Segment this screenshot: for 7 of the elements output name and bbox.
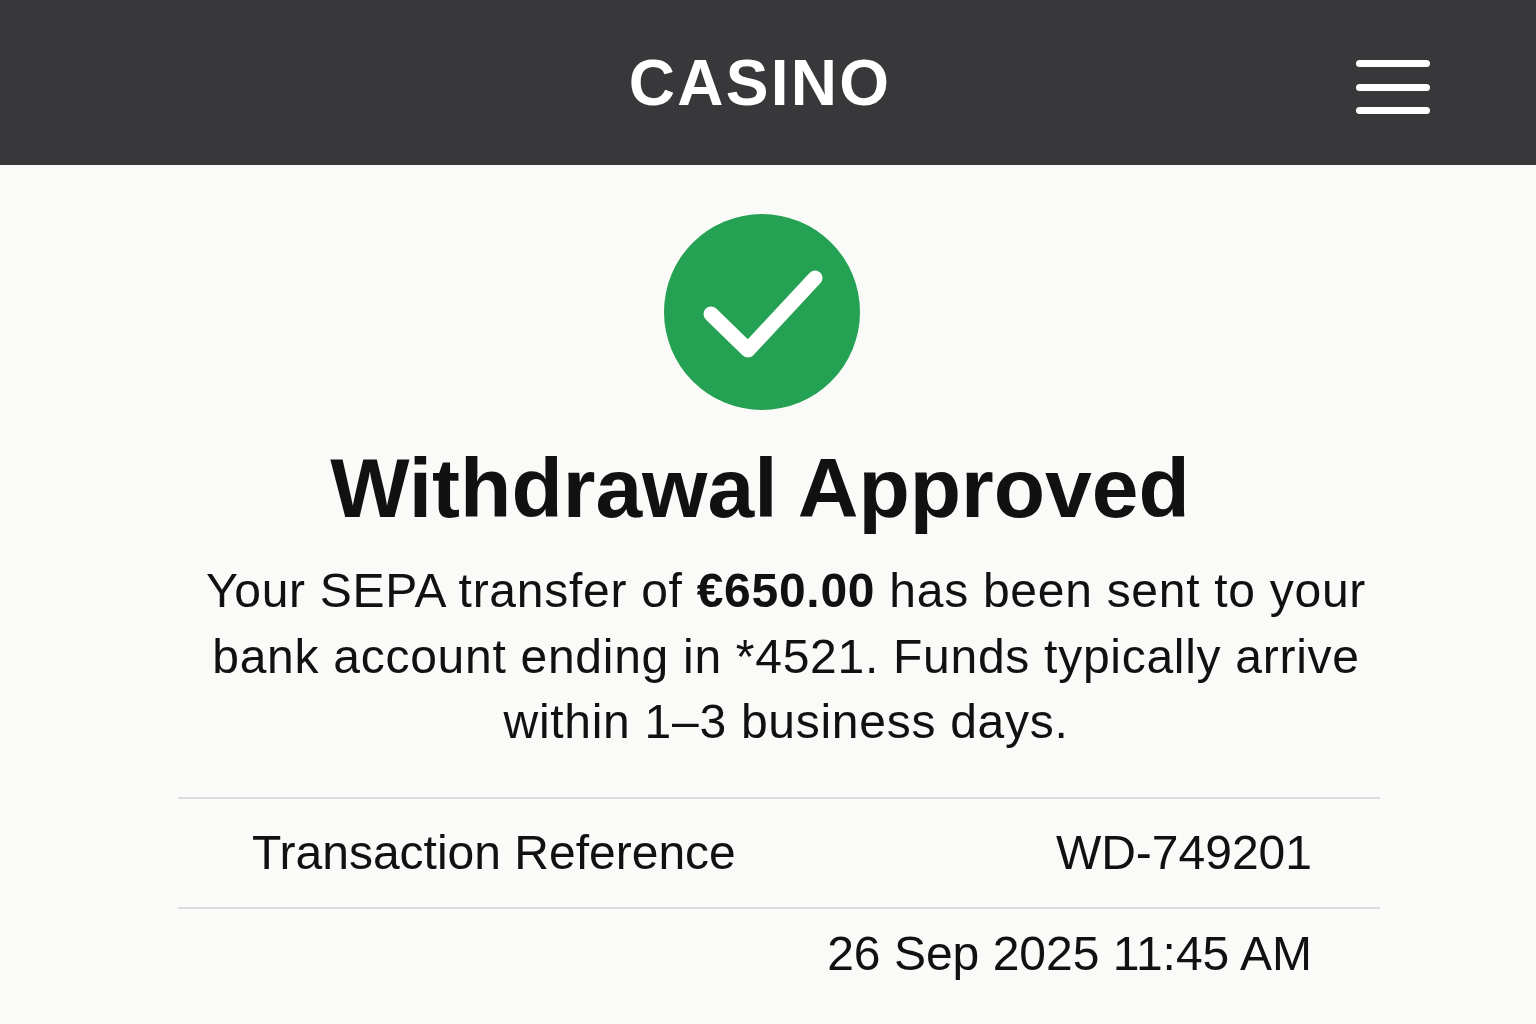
detail-label: Transaction Reference: [252, 824, 736, 881]
app-logo-text: CASINO: [628, 50, 892, 115]
menu-icon[interactable]: [1356, 60, 1430, 114]
detail-value: WD-749201: [1055, 824, 1312, 881]
status-message: Your SEPA transfer of €650.00 has been sent to your bank account ending in *4521. Funds typically arrive within 1–3 business days.: [204, 563, 1368, 750]
check-circle-icon: [664, 214, 860, 410]
detail-value: 26 Sep 2025 11:45 AM: [827, 925, 1312, 982]
